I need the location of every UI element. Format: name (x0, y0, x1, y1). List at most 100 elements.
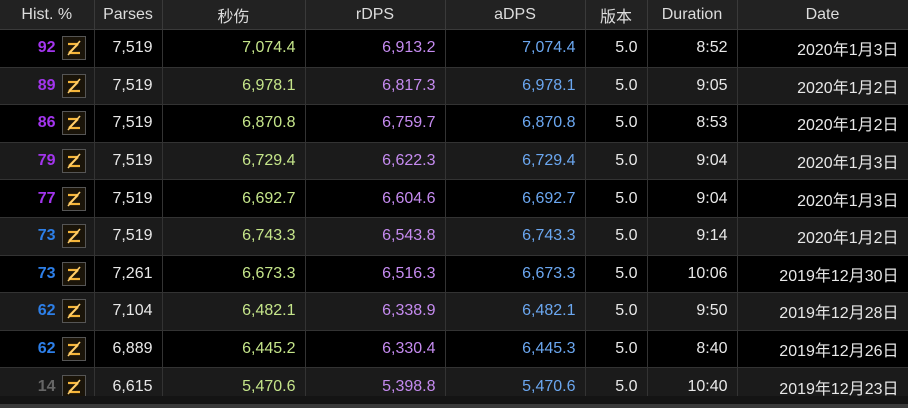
version-cell: 5.0 (585, 67, 648, 106)
dps-cell[interactable]: 6,673.3 (162, 255, 306, 294)
header-parses[interactable]: Parses (94, 0, 163, 30)
date-cell: 2020年1月3日 (737, 29, 908, 68)
rdps-cell: 6,338.9 (305, 292, 446, 331)
dps-cell[interactable]: 6,978.1 (162, 67, 306, 106)
parses-cell: 7,261 (94, 255, 163, 294)
duration-cell: 9:04 (647, 179, 738, 218)
date-cell: 2019年12月30日 (737, 255, 908, 294)
date-cell: 2020年1月2日 (737, 217, 908, 256)
duration-cell: 8:40 (647, 330, 738, 369)
percentile: 62 (37, 340, 56, 358)
adps-cell: 6,870.8 (445, 104, 586, 143)
date-cell: 2020年1月2日 (737, 104, 908, 143)
parses-cell: 7,519 (94, 104, 163, 143)
duration-cell: 9:14 (647, 217, 738, 256)
percentile: 86 (37, 114, 56, 132)
duration-cell: 9:50 (647, 292, 738, 331)
header-adps[interactable]: aDPS (445, 0, 586, 30)
table-row[interactable]: 62 6,889 6,445.2 6,330.4 6,445.3 5.0 8:40 2019年… (0, 330, 908, 369)
hist-pct-cell: 62 (0, 292, 95, 331)
horizontal-scrollbar[interactable] (0, 404, 908, 408)
table-row[interactable]: 79 7,519 6,729.4 6,622.3 6,729.4 5.0 9:04 2020年… (0, 142, 908, 181)
percentile: 73 (37, 227, 56, 245)
version-cell: 5.0 (585, 255, 648, 294)
version-cell: 5.0 (585, 104, 648, 143)
dps-cell[interactable]: 6,743.3 (162, 217, 306, 256)
duration-cell: 8:52 (647, 29, 738, 68)
job-icon (61, 186, 86, 211)
dps-cell[interactable]: 7,074.4 (162, 29, 306, 68)
header-date[interactable]: Date (737, 0, 908, 30)
table-row[interactable]: 62 7,104 6,482.1 6,338.9 6,482.1 5.0 9:50 2019年… (0, 292, 908, 331)
rdps-cell: 6,622.3 (305, 142, 446, 181)
version-cell: 5.0 (585, 142, 648, 181)
hist-pct-cell: 92 (0, 29, 95, 68)
rdps-cell: 6,604.6 (305, 179, 446, 218)
table-row[interactable]: 77 7,519 6,692.7 6,604.6 6,692.7 5.0 9:04 2020年… (0, 179, 908, 218)
table-row[interactable]: 92 7,519 7,074.4 6,913.2 7,074.4 5.0 8:52 2020年… (0, 29, 908, 68)
version-cell: 5.0 (585, 29, 648, 68)
job-icon (61, 111, 86, 136)
adps-cell: 7,074.4 (445, 29, 586, 68)
adps-cell: 6,445.3 (445, 330, 586, 369)
table-row[interactable]: 86 7,519 6,870.8 6,759.7 6,870.8 5.0 8:53 2020年… (0, 104, 908, 143)
duration-cell: 9:04 (647, 142, 738, 181)
dps-cell[interactable]: 6,482.1 (162, 292, 306, 331)
parses-table: Hist. % Parses 秒伤 rDPS aDPS 版本 Duration … (0, 0, 908, 406)
version-cell: 5.0 (585, 179, 648, 218)
parses-cell: 7,519 (94, 217, 163, 256)
percentile: 89 (37, 76, 56, 94)
adps-cell: 6,743.3 (445, 217, 586, 256)
rdps-cell: 6,817.3 (305, 67, 446, 106)
header-dps[interactable]: 秒伤 (162, 0, 306, 30)
percentile: 92 (37, 39, 56, 57)
header-duration[interactable]: Duration (647, 0, 738, 30)
rdps-cell: 6,543.8 (305, 217, 446, 256)
parses-cell: 7,519 (94, 179, 163, 218)
parses-cell: 7,519 (94, 29, 163, 68)
adps-cell: 6,482.1 (445, 292, 586, 331)
percentile: 79 (37, 152, 56, 170)
date-cell: 2020年1月3日 (737, 179, 908, 218)
hist-pct-cell: 89 (0, 67, 95, 106)
header-version[interactable]: 版本 (585, 0, 648, 30)
table-row[interactable]: 73 7,261 6,673.3 6,516.3 6,673.3 5.0 10:06 2019… (0, 255, 908, 294)
rdps-cell: 6,759.7 (305, 104, 446, 143)
adps-cell: 6,978.1 (445, 67, 586, 106)
rdps-cell: 6,330.4 (305, 330, 446, 369)
rdps-cell: 6,913.2 (305, 29, 446, 68)
hist-pct-cell: 86 (0, 104, 95, 143)
hist-pct-cell: 62 (0, 330, 95, 369)
rdps-cell: 6,516.3 (305, 255, 446, 294)
hist-pct-cell: 73 (0, 217, 95, 256)
parses-cell: 7,519 (94, 67, 163, 106)
version-cell: 5.0 (585, 217, 648, 256)
dps-cell[interactable]: 6,445.2 (162, 330, 306, 369)
duration-cell: 9:05 (647, 67, 738, 106)
percentile: 73 (37, 264, 56, 282)
table-row[interactable]: 73 7,519 6,743.3 6,543.8 6,743.3 5.0 9:14 2020年… (0, 217, 908, 256)
job-icon (61, 299, 86, 324)
percentile: 62 (37, 302, 56, 320)
dps-cell[interactable]: 6,692.7 (162, 179, 306, 218)
date-cell: 2020年1月2日 (737, 67, 908, 106)
header-rdps[interactable]: rDPS (305, 0, 446, 30)
date-cell: 2020年1月3日 (737, 142, 908, 181)
job-icon (61, 36, 86, 61)
duration-cell: 10:06 (647, 255, 738, 294)
table-row[interactable]: 89 7,519 6,978.1 6,817.3 6,978.1 5.0 9:05 2020年… (0, 67, 908, 106)
dps-cell[interactable]: 6,870.8 (162, 104, 306, 143)
adps-cell: 6,673.3 (445, 255, 586, 294)
header-hist-pct[interactable]: Hist. % (0, 0, 95, 30)
job-icon (61, 73, 86, 98)
hist-pct-cell: 79 (0, 142, 95, 181)
parses-cell: 6,889 (94, 330, 163, 369)
date-cell: 2019年12月28日 (737, 292, 908, 331)
adps-cell: 6,729.4 (445, 142, 586, 181)
job-icon (61, 149, 86, 174)
hist-pct-cell: 77 (0, 179, 95, 218)
dps-cell[interactable]: 6,729.4 (162, 142, 306, 181)
parses-cell: 7,519 (94, 142, 163, 181)
header-row: Hist. % Parses 秒伤 rDPS aDPS 版本 Duration … (0, 0, 908, 30)
version-cell: 5.0 (585, 292, 648, 331)
